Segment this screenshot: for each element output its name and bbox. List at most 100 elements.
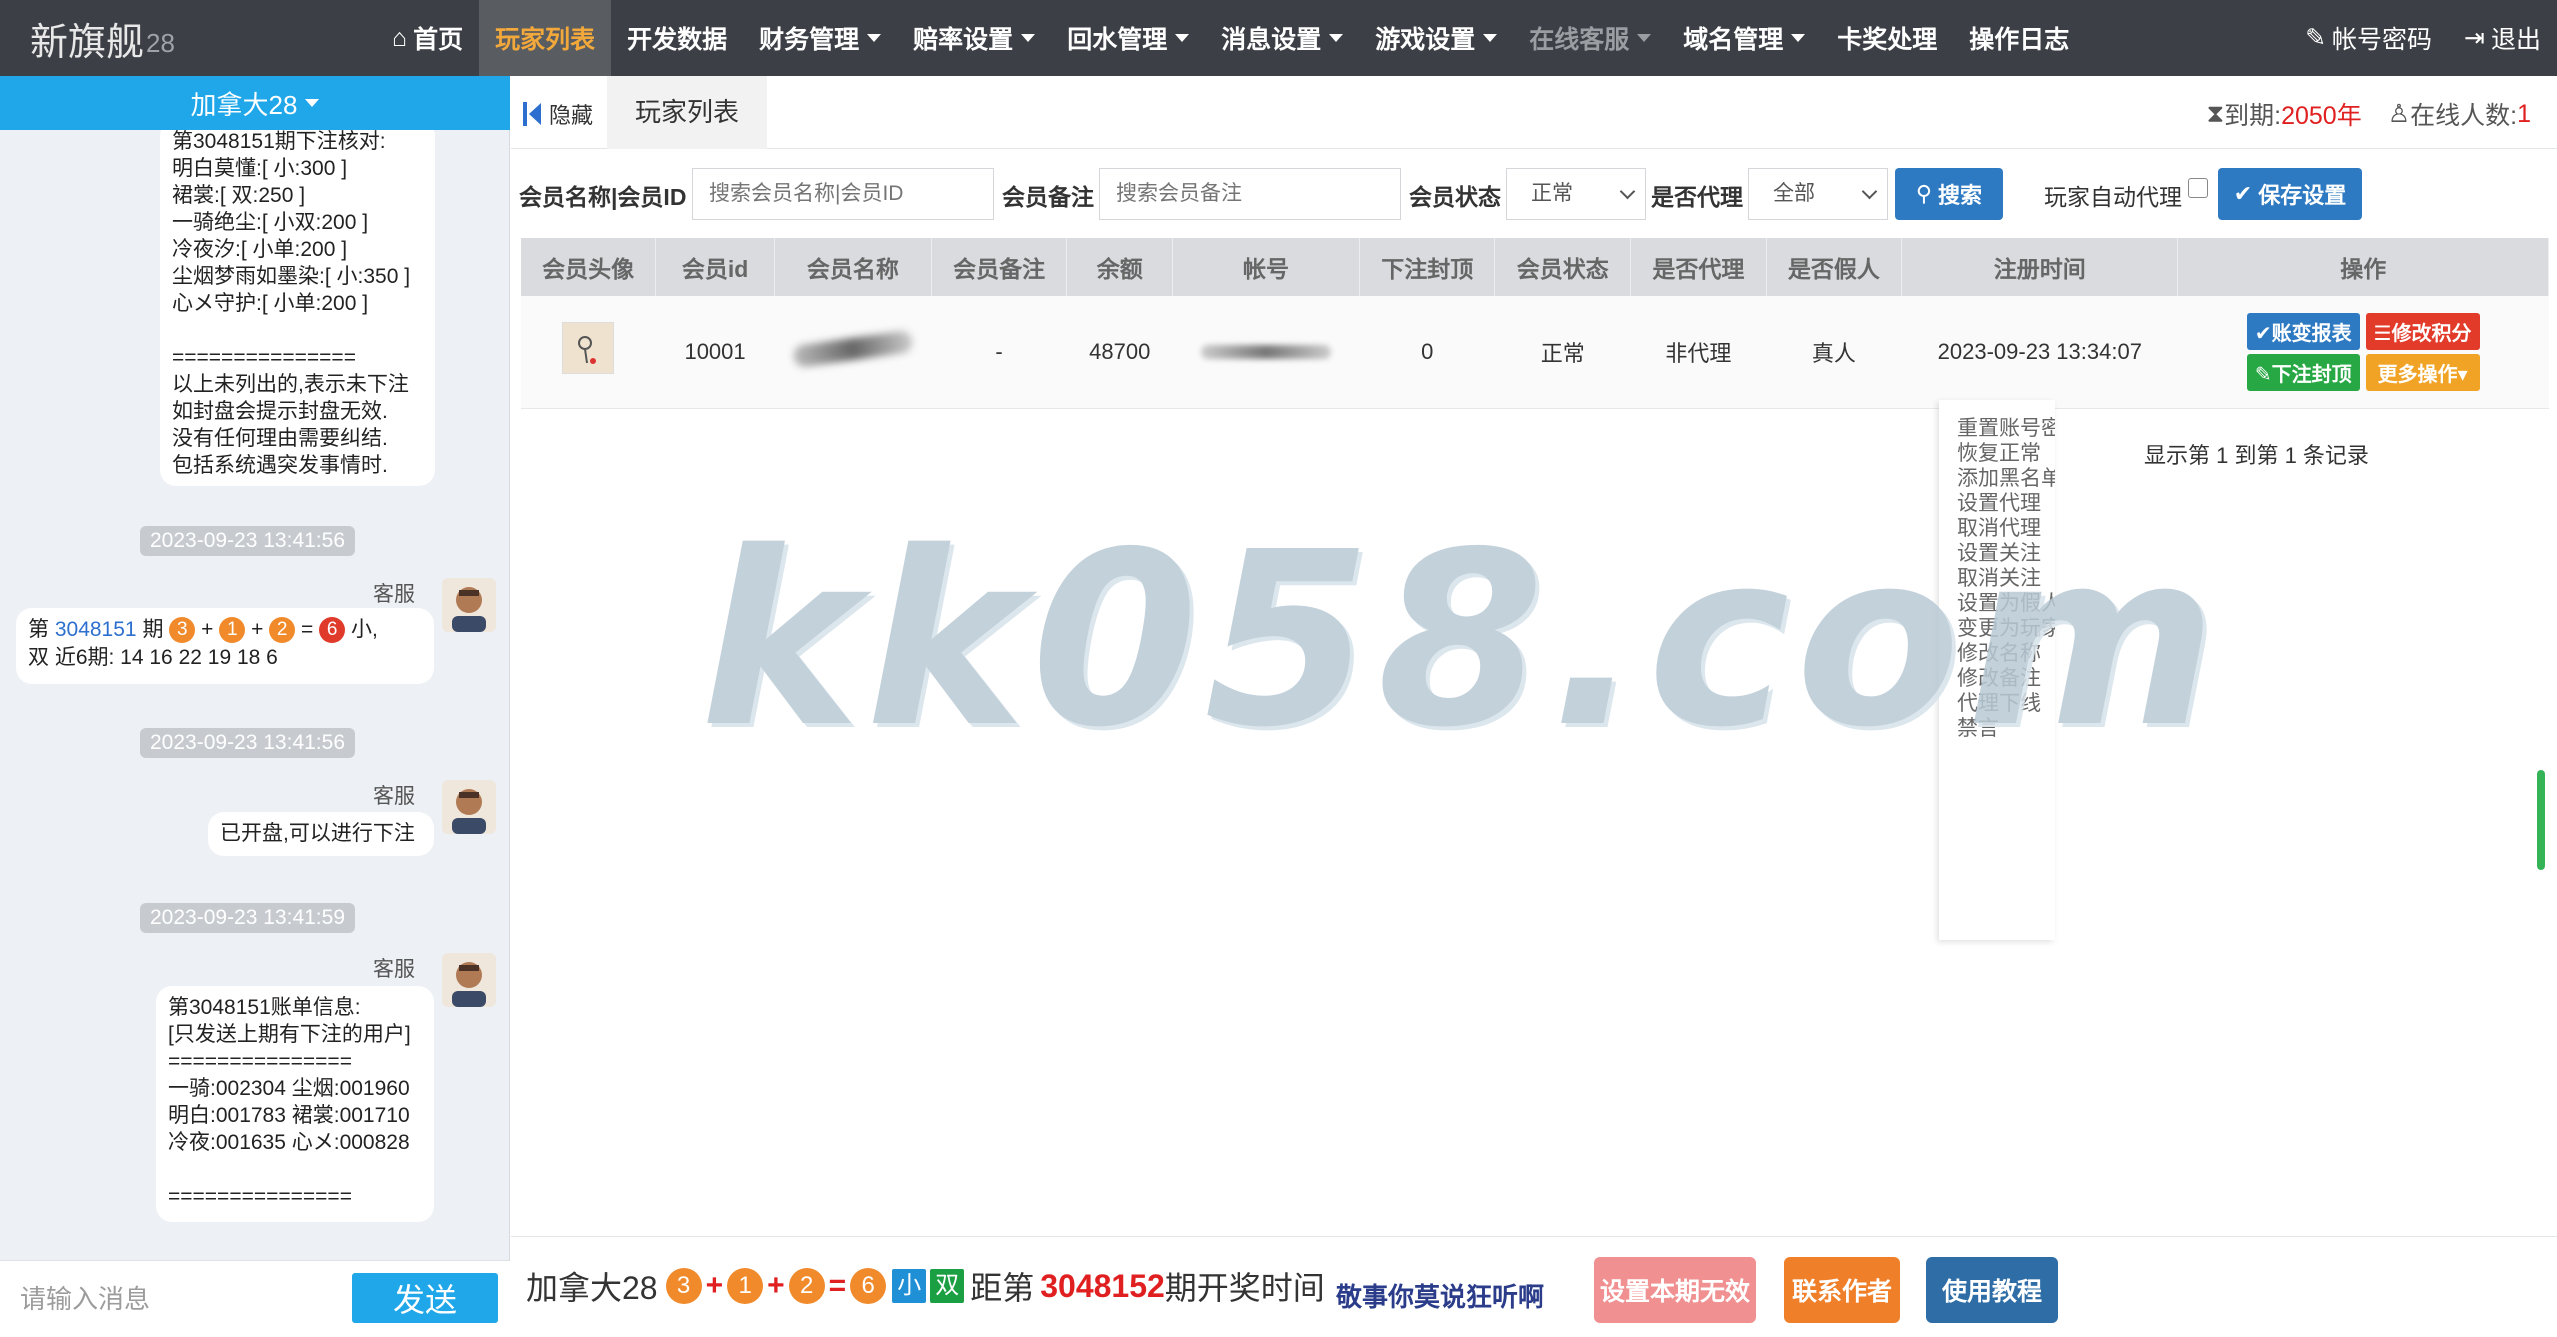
remark-search-input[interactable]: [1099, 168, 1401, 220]
nav-player-list[interactable]: 玩家列表: [479, 0, 612, 76]
sender-name: 客服: [373, 785, 415, 808]
nav-label: 消息设置: [1221, 26, 1322, 54]
result-ball: 2: [269, 617, 296, 644]
agent-select[interactable]: 全部: [1748, 168, 1888, 220]
nav-finance[interactable]: 财务管理: [743, 0, 897, 76]
tutorial-button[interactable]: 使用教程: [1926, 1257, 2058, 1323]
nav-label: 财务管理: [759, 26, 860, 54]
col-avatar: 会员头像: [521, 238, 657, 296]
send-button[interactable]: 发送: [352, 1273, 498, 1323]
chevron-down-icon: [1619, 183, 1636, 200]
logout-link[interactable]: ⇥ 退出: [2448, 20, 2557, 56]
cell-fake: 真人: [1766, 296, 1902, 409]
brand-name: 新旗舰: [30, 21, 145, 64]
nav-dev-data[interactable]: 开发数据: [611, 0, 743, 76]
chat-bubble-bill: 第3048151账单信息: [只发送上期有下注的用户] ============…: [156, 986, 434, 1222]
draw-sum-ball: 6: [850, 1268, 887, 1304]
hourglass-icon: ⧗: [2206, 99, 2225, 128]
message-input[interactable]: [20, 1277, 340, 1321]
avatar: [442, 578, 496, 632]
chat-messages[interactable]: 第3048151期下注核对: 明白莫懂:[ 小:300 ] 裙裳:[ 双:250…: [0, 130, 510, 1260]
nav-online-service[interactable]: 在线客服: [1513, 0, 1667, 76]
logout-icon: ⇥: [2464, 24, 2485, 52]
draw-ball: 1: [727, 1268, 764, 1304]
plus-sign: +: [705, 1269, 724, 1302]
draw-ball: 3: [665, 1268, 702, 1304]
member-search-input[interactable]: [692, 168, 994, 220]
status-select[interactable]: 正常: [1506, 168, 1646, 220]
result-period: 3048151: [54, 618, 137, 641]
brand-logo[interactable]: 新旗舰 28: [0, 0, 376, 76]
blurred-account: [1201, 344, 1332, 359]
check-icon: ✔: [2233, 181, 2253, 206]
tag-even: 双: [930, 1269, 965, 1303]
service-avatar-icon: [452, 789, 486, 834]
tab-player-list[interactable]: 玩家列表: [607, 76, 768, 149]
cell-reg-time: 2023-09-23 13:34:07: [1901, 296, 2178, 409]
cell-bet-cap: 0: [1359, 296, 1495, 409]
member-avatar: [562, 322, 615, 375]
online-value: 1: [2517, 99, 2531, 128]
game-name: 加拿大28: [526, 1270, 658, 1306]
invalidate-period-button[interactable]: 设置本期无效: [1594, 1257, 1756, 1323]
hide-sidebar-button[interactable]: 隐藏: [523, 98, 593, 130]
status-filter-label: 会员状态: [1409, 184, 1501, 210]
top-navbar: 新旗舰 28 ⌂ 首页 玩家列表 开发数据 财务管理 赔率设置 回水管理 消息设置 …: [0, 0, 2557, 76]
save-label: 保存设置: [2258, 183, 2347, 208]
table-header-row: 会员头像 会员id 会员名称 会员备注 余额 帐号 下注封顶 会员状态 是否代理…: [521, 238, 2549, 296]
nav-label: 玩家列表: [495, 26, 596, 54]
chevron-down-icon: [305, 99, 320, 107]
chevron-down-icon: [1637, 34, 1652, 42]
cell-avatar: [521, 296, 656, 409]
table-row: 10001 - 48700 0 正常 非代理 真人 2023-09-23 13:…: [521, 296, 2549, 409]
result-history: 双 近6期: 14 16 22 19 18 6: [28, 646, 278, 669]
nav-odds[interactable]: 赔率设置: [897, 0, 1051, 76]
nav-label: 操作日志: [1969, 26, 2070, 54]
agent-select-value: 全部: [1773, 182, 1815, 205]
cell-remark: -: [931, 296, 1067, 409]
nav-game-settings[interactable]: 游戏设置: [1359, 0, 1513, 76]
nav-home[interactable]: ⌂ 首页: [376, 0, 479, 76]
draw-ball: 2: [788, 1268, 825, 1304]
nav-domains[interactable]: 域名管理: [1667, 0, 1821, 76]
marquee-text: 敬事你莫说狂听啊: [1336, 1282, 1545, 1312]
avatar: [442, 953, 496, 1007]
collapse-left-icon: [529, 103, 541, 125]
nav-label: 游戏设置: [1375, 26, 1476, 54]
col-status: 会员状态: [1494, 238, 1632, 296]
auto-agent-label: 玩家自动代理: [2044, 184, 2182, 210]
hide-label: 隐藏: [549, 103, 594, 128]
main-nav: ⌂ 首页 玩家列表 开发数据 财务管理 赔率设置 回水管理 消息设置 游戏设置 在…: [376, 0, 2085, 76]
agent-filter-label: 是否代理: [1651, 184, 1743, 210]
account-label: 帐号密码: [2332, 26, 2433, 54]
auto-agent-checkbox[interactable]: [2188, 178, 2208, 198]
nav-draw-handling[interactable]: 卡奖处理: [1821, 0, 1953, 76]
player-table: 会员头像 会员id 会员名称 会员备注 余额 帐号 下注封顶 会员状态 是否代理…: [521, 238, 2549, 409]
balance-report-button[interactable]: ✔账变报表: [2246, 312, 2360, 350]
col-balance: 余额: [1066, 238, 1174, 296]
bet-cap-button[interactable]: ✎下注封顶: [2246, 353, 2360, 391]
nav-rebate[interactable]: 回水管理: [1051, 0, 1205, 76]
contact-author-button[interactable]: 联系作者: [1784, 1257, 1900, 1323]
avatar: [442, 780, 496, 834]
region-selector[interactable]: 加拿大28: [0, 76, 510, 130]
chevron-down-icon: [1329, 34, 1344, 42]
chat-input-row: 发送: [0, 1260, 510, 1337]
save-settings-button[interactable]: ✔ 保存设置: [2218, 168, 2362, 220]
nav-operation-log[interactable]: 操作日志: [1953, 0, 2085, 76]
nav-messages[interactable]: 消息设置: [1205, 0, 1359, 76]
nav-right: ✎ 帐号密码 ⇥ 退出: [2289, 0, 2557, 76]
nav-label: 域名管理: [1683, 26, 1784, 54]
online-label: 在线人数:: [2410, 102, 2518, 130]
edit-points-button[interactable]: ☰修改积分: [2365, 312, 2480, 350]
logout-label: 退出: [2490, 26, 2541, 54]
filter-bar: 会员名称|会员ID 会员备注 会员状态 正常 是否代理 全部 ⚲搜索 玩家自动代…: [511, 164, 2557, 222]
result-tail: 小,: [350, 618, 378, 641]
account-password-link[interactable]: ✎ 帐号密码: [2289, 20, 2448, 56]
more-ops-button[interactable]: 更多操作▾: [2365, 353, 2480, 391]
status-select-value: 正常: [1531, 182, 1573, 205]
expire-value: 2050年: [2281, 102, 2362, 130]
search-button[interactable]: ⚲ 搜索: [1895, 168, 2003, 220]
col-name: 会员名称: [774, 238, 932, 296]
dropdown-scrollbar[interactable]: [2537, 770, 2545, 870]
